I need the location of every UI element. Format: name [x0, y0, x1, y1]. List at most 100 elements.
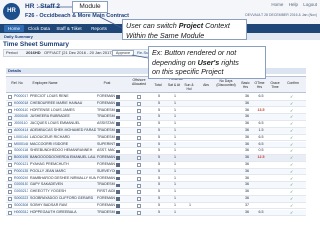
col-post[interactable]: Post [98, 81, 116, 86]
info-icon[interactable] [116, 149, 120, 154]
table-row[interactable]: J000045JUSHEERA RUBRADEE TRADESMEN 5 1 36 ✓ [6, 114, 306, 122]
period-value[interactable]: 2016HD [26, 50, 41, 56]
offshore-checkbox[interactable] [137, 135, 141, 140]
confirm-check-icon[interactable]: ✓ [290, 169, 294, 175]
offshore-checkbox[interactable] [137, 156, 141, 161]
row-select-checkbox[interactable] [8, 163, 12, 168]
info-icon[interactable] [116, 122, 120, 126]
row-select-checkbox[interactable] [8, 122, 12, 127]
table-row[interactable]: H000312HOPPEGAUTH GIREEBALA TRADESMEN 5 1 36… [6, 209, 306, 217]
confirm-check-icon[interactable]: ✓ [290, 203, 294, 209]
confirm-check-icon[interactable]: ✓ [290, 210, 294, 216]
table-row[interactable]: H000110HORTENSE LOUIS JAMES TRADESMEN 5 1 36… [6, 108, 306, 115]
offshore-checkbox[interactable] [137, 197, 141, 202]
row-select-checkbox[interactable] [8, 135, 12, 140]
ref-no-cell[interactable]: R000249 [14, 176, 28, 182]
ref-no-cell[interactable]: H000312 [14, 210, 28, 216]
row-select-checkbox[interactable] [8, 169, 12, 174]
ref-no-cell[interactable]: G000157 [14, 182, 28, 188]
offshore-checkbox[interactable] [137, 183, 141, 188]
ref-no-cell[interactable]: P000135 [14, 169, 28, 175]
table-row[interactable]: L000144LADOUCEUR RICHARD TRADESMEN 5 1 36 6.5… [6, 135, 306, 142]
table-row[interactable]: M000148MACCOORRI ISIDORE SUPERINTENDENT 5 1… [6, 141, 306, 149]
table-row[interactable]: S000223 SOOBRAYADOO CLIFFORD GERARD FOREMA… [6, 196, 306, 203]
table-row[interactable]: S000308 SOBHY BADSAR RAVI FOREMAN 5 1 1 37 ✓ [6, 203, 306, 210]
logout-link[interactable]: Logout [303, 2, 317, 7]
row-select-checkbox[interactable] [8, 203, 12, 208]
row-select-checkbox[interactable] [8, 190, 12, 195]
offshore-checkbox[interactable] [137, 149, 141, 154]
offshore-checkbox[interactable] [137, 190, 141, 195]
table-row[interactable]: G000213GHEEOTTY YOGESH FIRST AIDER 5 1 36 ✓ [6, 189, 306, 196]
table-row[interactable]: B000195 BANOOOODOOVERDA EMANUEL LAU... FOR… [6, 155, 306, 162]
table-row[interactable]: P000135POOLLY JEAN MARC SURVEYOR 5 1 36 ✓ [6, 168, 306, 176]
info-icon[interactable] [116, 129, 120, 133]
offshore-checkbox[interactable] [137, 95, 141, 100]
offshore-checkbox[interactable] [137, 101, 141, 106]
row-select-checkbox[interactable] [8, 197, 12, 202]
confirm-check-icon[interactable]: ✓ [290, 114, 294, 120]
row-select-checkbox[interactable] [8, 210, 12, 215]
nav-reports[interactable]: Reports [88, 25, 110, 32]
info-icon[interactable] [116, 115, 120, 120]
ref-no-cell[interactable]: K000018 [14, 101, 28, 107]
offshore-checkbox[interactable] [137, 129, 141, 134]
offshore-checkbox[interactable] [137, 108, 141, 113]
row-select-checkbox[interactable] [8, 149, 12, 154]
offshore-checkbox[interactable] [137, 142, 141, 147]
confirm-check-icon[interactable]: ✓ [290, 108, 294, 114]
ref-no-cell[interactable]: J000110 [14, 121, 28, 127]
row-select-checkbox[interactable] [8, 95, 12, 100]
confirm-check-icon[interactable]: ✓ [290, 128, 294, 134]
confirm-check-icon[interactable]: ✓ [290, 155, 294, 161]
confirm-check-icon[interactable]: ✓ [290, 142, 294, 148]
offshore-checkbox[interactable] [137, 122, 141, 127]
info-icon[interactable] [116, 95, 120, 99]
info-icon[interactable] [116, 176, 120, 181]
confirm-check-icon[interactable]: ✓ [290, 135, 294, 141]
confirm-check-icon[interactable]: ✓ [290, 176, 294, 182]
offshore-checkbox[interactable] [137, 115, 141, 120]
table-row[interactable]: K000018 CHEBOURREE MARIE HAINAU FOREMAN 5 1 3… [6, 100, 306, 108]
confirm-check-icon[interactable]: ✓ [290, 101, 294, 107]
info-icon[interactable] [116, 210, 120, 215]
table-row[interactable]: S000118 SHEEBUNDHEDOO HEMANRANNEH ASST. MA… [6, 148, 306, 156]
table-row[interactable]: A000414 ADEMBUCAS SHEK MOHAMED FARAD TRADE… [6, 128, 306, 135]
module-title[interactable]: HR : Staff 2 [25, 3, 60, 10]
offshore-checkbox[interactable] [137, 203, 141, 208]
col-employee[interactable]: Employee Name [26, 81, 64, 86]
confirm-check-icon[interactable]: ✓ [290, 189, 294, 195]
info-icon[interactable] [116, 136, 120, 140]
confirm-check-icon[interactable]: ✓ [290, 196, 294, 202]
ref-no-cell[interactable]: S000308 [14, 203, 28, 209]
ref-no-cell[interactable]: A000414 [14, 128, 28, 134]
confirm-check-icon[interactable]: ✓ [290, 94, 294, 100]
ref-no-cell[interactable]: G000213 [14, 189, 28, 195]
approve-button[interactable]: Approve [112, 50, 134, 56]
ref-no-cell[interactable]: P000121 [14, 162, 28, 168]
confirm-check-icon[interactable]: ✓ [290, 148, 294, 154]
info-icon[interactable] [116, 190, 120, 194]
info-icon[interactable] [116, 170, 120, 174]
table-row[interactable]: G000157GAPY SAKADEVEN TRADESMEN 5 1 36 ✓ [6, 182, 306, 190]
confirm-check-icon[interactable]: ✓ [290, 182, 294, 188]
nav-home[interactable]: Home [4, 25, 24, 32]
tab-daily-summary[interactable]: Daily Summary [4, 34, 33, 39]
ref-no-cell[interactable]: P000017 [14, 94, 28, 100]
ref-no-cell[interactable]: J000045 [14, 114, 28, 120]
table-row[interactable]: R000249 RAMBHAROO DESHEE NIRMALLY KUMAR FO… [6, 176, 306, 183]
info-icon[interactable] [116, 142, 120, 147]
ref-no-cell[interactable]: M000148 [14, 142, 28, 148]
confirm-check-icon[interactable]: ✓ [290, 121, 294, 127]
row-select-checkbox[interactable] [8, 129, 12, 134]
info-icon[interactable] [116, 156, 120, 160]
ref-no-cell[interactable]: L000144 [14, 135, 28, 141]
row-select-checkbox[interactable] [8, 108, 12, 113]
row-select-checkbox[interactable] [8, 142, 12, 147]
nav-staff[interactable]: Staff & Tiiket [53, 25, 85, 32]
ref-no-cell[interactable]: H000110 [14, 108, 28, 114]
ref-no-cell[interactable]: B000195 [14, 155, 28, 161]
row-select-checkbox[interactable] [8, 115, 12, 120]
info-icon[interactable] [116, 102, 120, 106]
info-icon[interactable] [116, 197, 120, 201]
